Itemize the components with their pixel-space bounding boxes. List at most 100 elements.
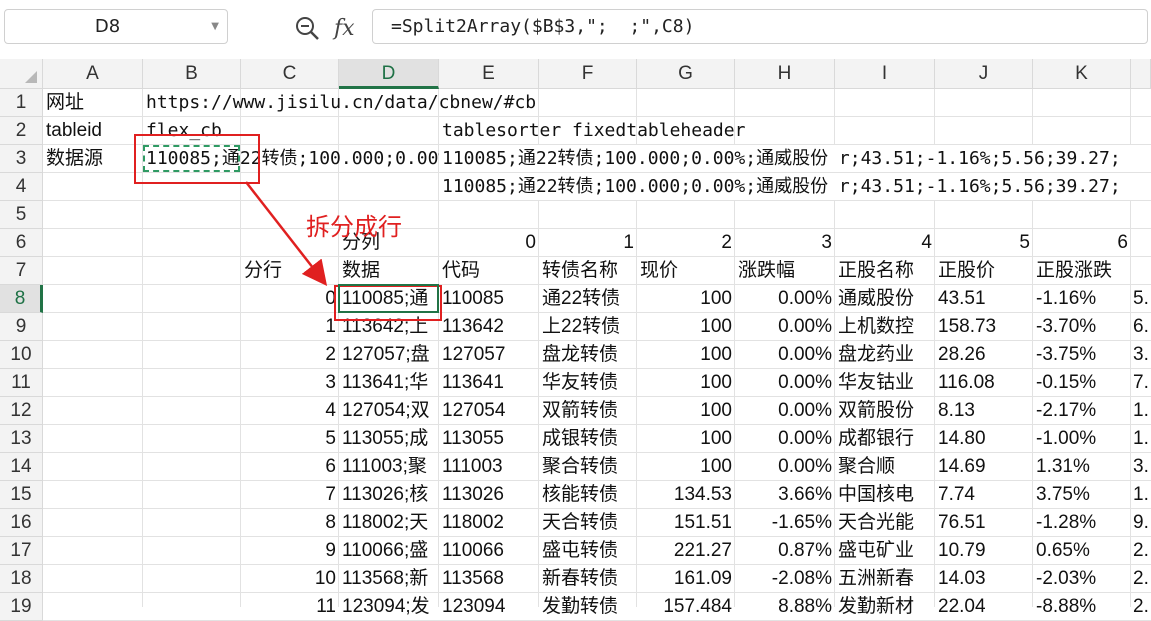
row-price[interactable]: 100 (637, 341, 735, 368)
row-header-3[interactable]: 3 (0, 145, 43, 173)
cell-a3[interactable]: 数据源 (43, 145, 143, 172)
row-change[interactable]: 0.00% (735, 313, 835, 340)
row-index[interactable]: 4 (241, 397, 339, 424)
table-header-f[interactable]: 转债名称 (539, 257, 637, 284)
row-code[interactable]: 113568 (439, 565, 539, 592)
row-data[interactable]: 113568;新 (339, 565, 439, 592)
column-index-i[interactable]: 4 (835, 229, 935, 256)
row-data[interactable]: 127054;双 (339, 397, 439, 424)
cell-e3-data[interactable]: 110085;通22转债;100.000;0.00%;通威股份 r;43.51;… (439, 145, 1150, 172)
row-stock-change[interactable]: 0.65% (1033, 537, 1131, 564)
row-header-4[interactable]: 4 (0, 173, 43, 201)
row-stock-change[interactable]: -0.15% (1033, 369, 1131, 396)
row-stock-name[interactable]: 五洲新春 (835, 565, 935, 592)
label-split-rows[interactable]: 分行 (241, 257, 339, 284)
row-change[interactable]: 0.00% (735, 341, 835, 368)
row-bond-name[interactable]: 华友转债 (539, 369, 637, 396)
row-stock-name[interactable]: 聚合顺 (835, 453, 935, 480)
row-stock-price[interactable]: 158.73 (935, 313, 1033, 340)
row-data[interactable]: 110066;盛 (339, 537, 439, 564)
row-stock-name[interactable]: 盛屯矿业 (835, 537, 935, 564)
row-stock-name[interactable]: 天合光能 (835, 509, 935, 536)
row-stock-price[interactable]: 10.79 (935, 537, 1033, 564)
row-header-12[interactable]: 12 (0, 397, 43, 425)
row-code[interactable]: 110066 (439, 537, 539, 564)
table-header-g[interactable]: 现价 (637, 257, 735, 284)
row-index[interactable]: 8 (241, 509, 339, 536)
row-header-2[interactable]: 2 (0, 117, 43, 145)
row-stock-price[interactable]: 28.26 (935, 341, 1033, 368)
row-stock-name[interactable]: 成都银行 (835, 425, 935, 452)
column-index-f[interactable]: 1 (539, 229, 637, 256)
row-code[interactable]: 113055 (439, 425, 539, 452)
row-stock-name[interactable]: 中国核电 (835, 481, 935, 508)
active-cell-d8[interactable] (338, 284, 439, 313)
row-bond-name[interactable]: 盛屯转债 (539, 537, 637, 564)
table-header-h[interactable]: 涨跌幅 (735, 257, 835, 284)
table-header-e[interactable]: 代码 (439, 257, 539, 284)
row-stock-change[interactable]: 1.31% (1033, 453, 1131, 480)
row-stock-change[interactable]: -3.75% (1033, 341, 1131, 368)
row-bond-name[interactable]: 天合转债 (539, 509, 637, 536)
row-header-5[interactable]: 5 (0, 201, 43, 229)
row-index[interactable]: 3 (241, 369, 339, 396)
column-header-i[interactable]: I (835, 59, 935, 89)
row-change[interactable]: 0.00% (735, 285, 835, 312)
column-header-b[interactable]: B (143, 59, 241, 89)
row-stock-price[interactable]: 76.51 (935, 509, 1033, 536)
row-price[interactable]: 100 (637, 425, 735, 452)
row-price[interactable]: 134.53 (637, 481, 735, 508)
row-header-15[interactable]: 15 (0, 481, 43, 509)
row-change[interactable]: 0.00% (735, 425, 835, 452)
row-index[interactable]: 2 (241, 341, 339, 368)
row-index[interactable]: 7 (241, 481, 339, 508)
row-change[interactable]: -2.08% (735, 565, 835, 592)
row-header-16[interactable]: 16 (0, 509, 43, 537)
row-change[interactable]: 3.66% (735, 481, 835, 508)
cell-e4-data[interactable]: 110085;通22转债;100.000;0.00%;通威股份 r;43.51;… (439, 173, 1150, 200)
row-header-13[interactable]: 13 (0, 425, 43, 453)
row-change[interactable]: 0.87% (735, 537, 835, 564)
row-stock-change[interactable]: -1.28% (1033, 509, 1131, 536)
column-index-g[interactable]: 2 (637, 229, 735, 256)
row-header-18[interactable]: 18 (0, 565, 43, 593)
column-index-k[interactable]: 6 (1033, 229, 1131, 256)
column-header-extra[interactable] (1131, 59, 1151, 89)
row-bond-name[interactable]: 成银转债 (539, 425, 637, 452)
row-code[interactable]: 127054 (439, 397, 539, 424)
row-header-19[interactable]: 19 (0, 593, 43, 621)
row-stock-change[interactable]: 3.75% (1033, 481, 1131, 508)
column-header-k[interactable]: K (1033, 59, 1131, 89)
row-stock-name[interactable]: 华友钴业 (835, 369, 935, 396)
row-stock-change[interactable]: -1.00% (1033, 425, 1131, 452)
row-code[interactable]: 127057 (439, 341, 539, 368)
row-data[interactable]: 113026;核 (339, 481, 439, 508)
row-header-17[interactable]: 17 (0, 537, 43, 565)
row-header-10[interactable]: 10 (0, 341, 43, 369)
row-code[interactable]: 113641 (439, 369, 539, 396)
cell-b1-url[interactable]: https://www.jisilu.cn/data/cbnew/#cb (143, 89, 563, 116)
row-price[interactable]: 100 (637, 369, 735, 396)
row-stock-change[interactable]: -3.70% (1033, 313, 1131, 340)
column-header-d[interactable]: D (339, 59, 439, 89)
row-stock-name[interactable]: 上机数控 (835, 313, 935, 340)
row-index[interactable]: 6 (241, 453, 339, 480)
row-index[interactable]: 9 (241, 537, 339, 564)
row-price[interactable]: 161.09 (637, 565, 735, 592)
row-data[interactable]: 111003;聚 (339, 453, 439, 480)
row-price[interactable]: 100 (637, 313, 735, 340)
row-bond-name[interactable]: 聚合转债 (539, 453, 637, 480)
row-price[interactable]: 221.27 (637, 537, 735, 564)
row-data[interactable]: 113641;华 (339, 369, 439, 396)
row-header-8[interactable]: 8 (0, 285, 43, 313)
row-header-6[interactable]: 6 (0, 229, 43, 257)
row-price[interactable]: 100 (637, 285, 735, 312)
spreadsheet-grid[interactable]: A B C D E F G H I J K 1 2 3 4 5 6 7 8 9 10 11 12 13 14 15 16 17 18 19… (0, 0, 1151, 621)
column-header-h[interactable]: H (735, 59, 835, 89)
row-stock-name[interactable]: 盘龙药业 (835, 341, 935, 368)
row-code[interactable]: 110085 (439, 285, 539, 312)
row-change[interactable]: 0.00% (735, 369, 835, 396)
column-index-e[interactable]: 0 (439, 229, 539, 256)
row-stock-name[interactable]: 通威股份 (835, 285, 935, 312)
row-price[interactable]: 100 (637, 397, 735, 424)
